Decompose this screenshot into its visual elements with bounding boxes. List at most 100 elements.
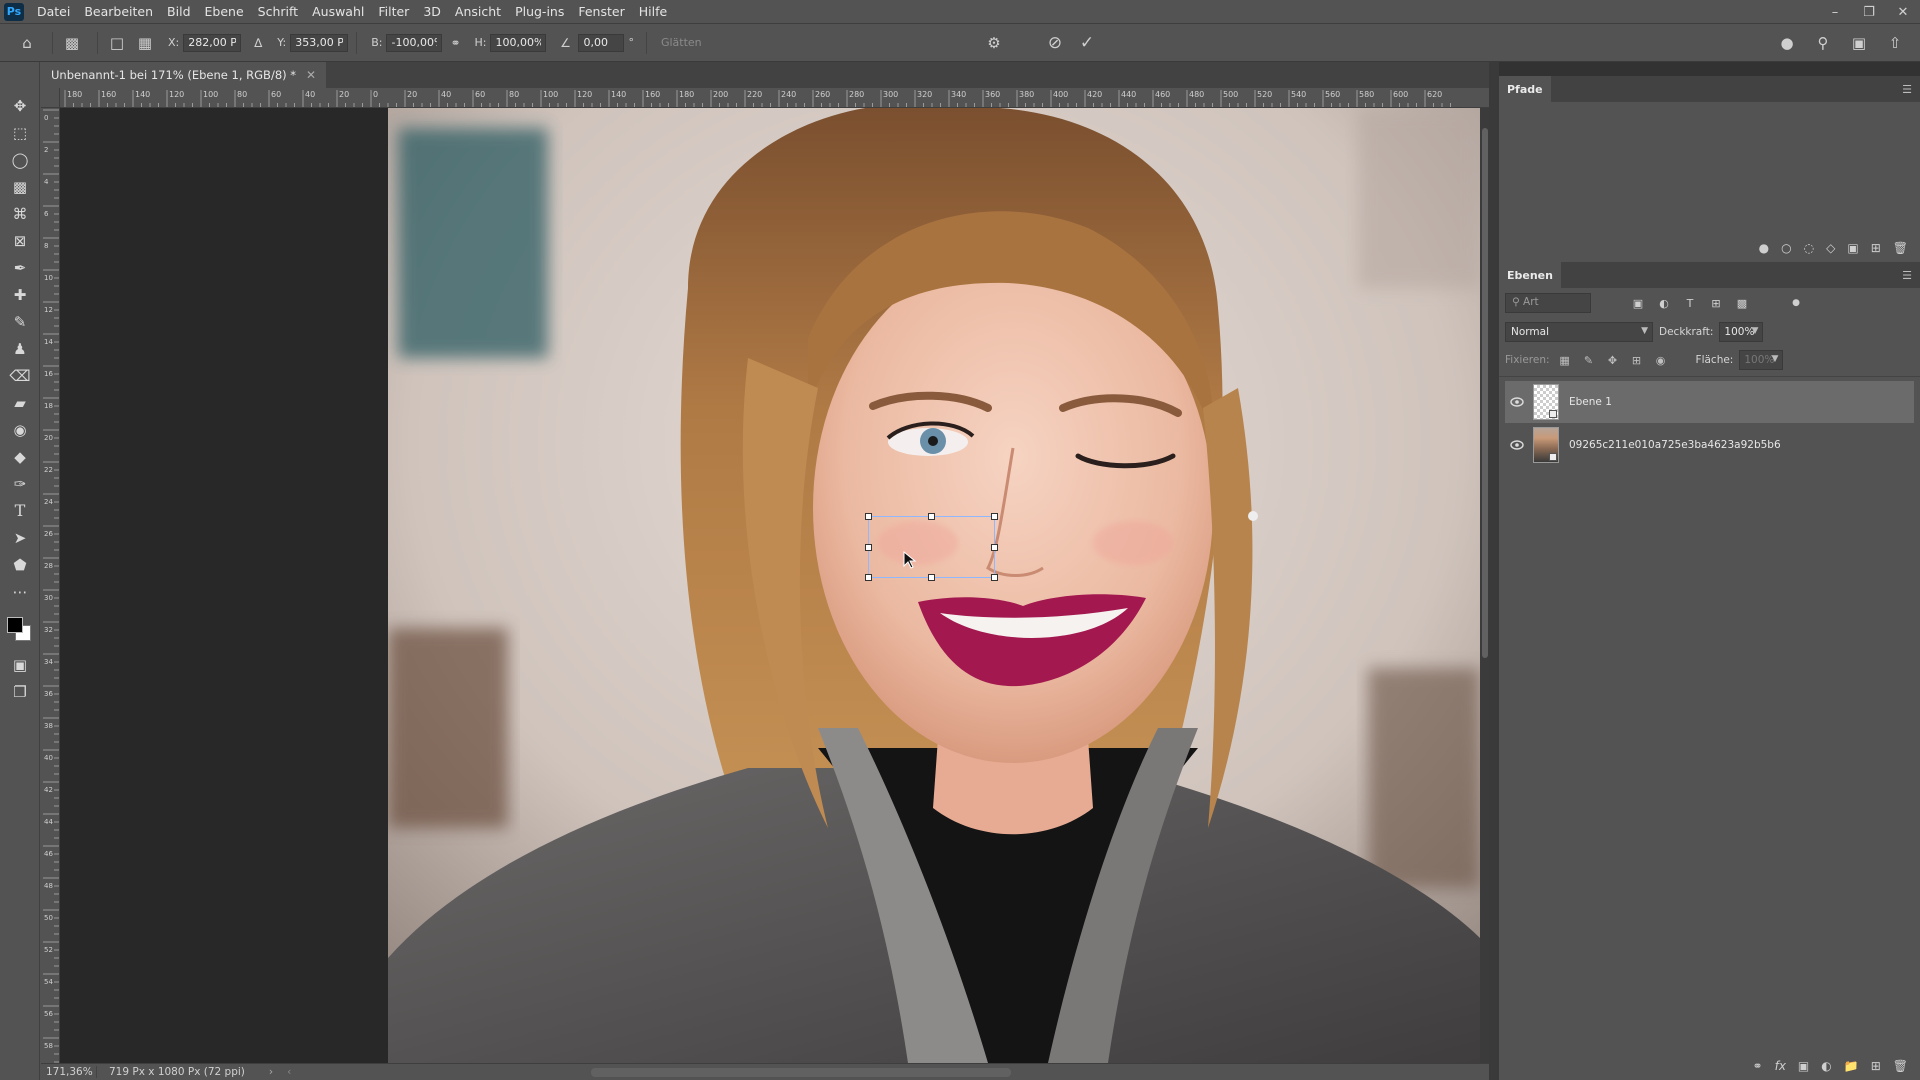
lock-transparency-icon[interactable]: ▦ — [1556, 351, 1574, 369]
transform-handle-right[interactable] — [991, 544, 998, 551]
stroke-path-icon[interactable]: ○ — [1781, 241, 1791, 255]
warp-icon[interactable]: ⚙ — [983, 32, 1005, 54]
height-percent-input[interactable] — [490, 33, 547, 52]
menu-bearbeiten[interactable]: Bearbeiten — [77, 0, 160, 24]
horizontal-ruler[interactable]: 180 160 140 120 100 80 60 40 20 0 20 40 60 80 100 120 14… — [60, 88, 1489, 108]
smooth-label[interactable]: Glätten — [661, 36, 702, 49]
vertical-scrollbar[interactable] — [1480, 108, 1489, 1063]
visibility-eye-icon[interactable] — [1505, 397, 1529, 407]
fill-field[interactable]: 100% ▼ — [1739, 350, 1784, 370]
link-layers-icon[interactable]: ⚭ — [1753, 1059, 1763, 1073]
screen-mode-icon[interactable]: ❐ — [0, 678, 40, 705]
transform-handle-bottom[interactable] — [928, 574, 935, 581]
canvas-area[interactable] — [60, 108, 1480, 1063]
menu-fenster[interactable]: Fenster — [571, 0, 631, 24]
workspace-icon[interactable]: ▣ — [1848, 32, 1870, 54]
blend-mode-select[interactable]: Normal ▼ — [1505, 322, 1653, 342]
adjustment-layer-icon[interactable]: ◐ — [1821, 1059, 1831, 1073]
layer-thumbnail[interactable] — [1533, 384, 1559, 420]
menu-bild[interactable]: Bild — [160, 0, 197, 24]
crop-tool-icon[interactable]: ⌘ — [0, 200, 40, 227]
filter-smart-object-icon[interactable]: ▩ — [1733, 294, 1751, 312]
lock-artboard-icon[interactable]: ⊞ — [1628, 351, 1646, 369]
share-user-icon[interactable]: ● — [1776, 32, 1798, 54]
width-percent-input[interactable] — [386, 33, 443, 52]
layer-thumbnail[interactable] — [1533, 427, 1559, 463]
pen-tool-icon[interactable]: ✑ — [0, 470, 40, 497]
document-tab[interactable]: Unbenannt-1 bei 171% (Ebene 1, RGB/8) * … — [41, 62, 327, 88]
object-selection-tool-icon[interactable]: ▩ — [0, 173, 40, 200]
y-position-input[interactable] — [290, 33, 349, 52]
new-layer-icon[interactable]: ⊞ — [1871, 1059, 1881, 1073]
fill-path-icon[interactable]: ● — [1759, 241, 1769, 255]
transform-handle-top[interactable] — [928, 513, 935, 520]
lock-all-icon[interactable]: ◉ — [1652, 351, 1670, 369]
delta-icon[interactable]: ∆ — [247, 32, 269, 54]
zoom-level[interactable]: 171,36% — [41, 1066, 97, 1078]
minimize-icon[interactable]: – — [1818, 0, 1852, 24]
tab-pfade[interactable]: Pfade — [1499, 76, 1551, 102]
dodge-tool-icon[interactable]: ◉ — [0, 416, 40, 443]
layer-name[interactable]: Ebene 1 — [1569, 396, 1612, 408]
lasso-tool-icon[interactable]: ◯ — [0, 146, 40, 173]
transform-tool-icon[interactable]: ▩ — [61, 32, 83, 54]
menu-datei[interactable]: Datei — [30, 0, 77, 24]
delete-path-icon[interactable]: 🗑 — [1893, 241, 1908, 255]
make-path-icon[interactable]: ◇ — [1826, 241, 1835, 255]
tab-ebenen[interactable]: Ebenen — [1499, 262, 1561, 288]
commit-transform-icon[interactable]: ✓ — [1076, 32, 1098, 54]
menu-auswahl[interactable]: Auswahl — [305, 0, 371, 24]
layer-filter-input[interactable]: ⚲ Art — [1505, 293, 1591, 313]
transform-handle-top-right[interactable] — [991, 513, 998, 520]
x-position-input[interactable] — [183, 33, 242, 52]
menu-ansicht[interactable]: Ansicht — [448, 0, 508, 24]
more-tools-icon[interactable]: ⋯ — [0, 578, 40, 605]
filter-adjustment-icon[interactable]: ◐ — [1655, 294, 1673, 312]
load-selection-icon[interactable]: ◌ — [1804, 241, 1814, 255]
document-size[interactable]: 719 Px x 1080 Px (72 ppi) — [97, 1066, 245, 1078]
rotation-input[interactable] — [578, 33, 625, 52]
paint-bucket-tool-icon[interactable]: ▰ — [0, 389, 40, 416]
transform-bounding-box[interactable] — [865, 513, 998, 581]
lock-paint-icon[interactable]: ✎ — [1580, 351, 1598, 369]
close-document-icon[interactable]: ✕ — [306, 68, 316, 82]
cancel-transform-icon[interactable]: ⊘ — [1044, 32, 1066, 54]
transform-handle-left[interactable] — [865, 544, 872, 551]
eyedropper-tool-icon[interactable]: ✒ — [0, 254, 40, 281]
reference-grid-icon[interactable]: ▦ — [134, 32, 156, 54]
path-selection-tool-icon[interactable]: ➤ — [0, 524, 40, 551]
menu-schrift[interactable]: Schrift — [251, 0, 305, 24]
close-icon[interactable]: ✕ — [1886, 0, 1920, 24]
transform-handle-top-left[interactable] — [865, 513, 872, 520]
filter-shape-icon[interactable]: ⊞ — [1707, 294, 1725, 312]
menu-3d[interactable]: 3D — [416, 0, 448, 24]
share-icon[interactable]: ⇧ — [1884, 32, 1906, 54]
panel-menu-icon[interactable]: ☰ — [1902, 83, 1912, 96]
menu-plugins[interactable]: Plug-ins — [508, 0, 571, 24]
marquee-tool-icon[interactable]: ⬚ — [0, 119, 40, 146]
layer-row[interactable]: Ebene 1 — [1505, 381, 1914, 423]
reference-point-icon[interactable]: □ — [106, 32, 128, 54]
new-path-icon[interactable]: ⊞ — [1871, 241, 1881, 255]
healing-brush-tool-icon[interactable]: ✚ — [0, 281, 40, 308]
foreground-color-swatch[interactable] — [7, 617, 23, 633]
menu-filter[interactable]: Filter — [371, 0, 416, 24]
type-tool-icon[interactable]: T — [0, 497, 40, 524]
stamp-tool-icon[interactable]: ♟ — [0, 335, 40, 362]
horizontal-scroll-thumb[interactable] — [591, 1068, 1011, 1077]
filter-pixel-icon[interactable]: ▣ — [1629, 294, 1647, 312]
vertical-scroll-thumb[interactable] — [1482, 128, 1488, 658]
eraser-tool-icon[interactable]: ⌫ — [0, 362, 40, 389]
panel-menu-icon[interactable]: ☰ — [1902, 269, 1912, 282]
restore-icon[interactable]: ❐ — [1852, 0, 1886, 24]
menu-ebene[interactable]: Ebene — [198, 0, 251, 24]
scroll-left-icon[interactable]: ‹ — [287, 1066, 291, 1078]
filter-type-icon[interactable]: T — [1681, 294, 1699, 312]
layer-style-fx-icon[interactable]: fx — [1775, 1059, 1786, 1073]
quick-mask-icon[interactable]: ▣ — [0, 651, 40, 678]
add-mask-icon[interactable]: ▣ — [1847, 241, 1858, 255]
brush-tool-icon[interactable]: ✎ — [0, 308, 40, 335]
layer-row[interactable]: 09265c211e010a725e3ba4623a92b5b6 — [1505, 424, 1914, 466]
shape-tool-icon[interactable]: ⬟ — [0, 551, 40, 578]
filter-toggle-icon[interactable]: ● — [1787, 294, 1805, 312]
